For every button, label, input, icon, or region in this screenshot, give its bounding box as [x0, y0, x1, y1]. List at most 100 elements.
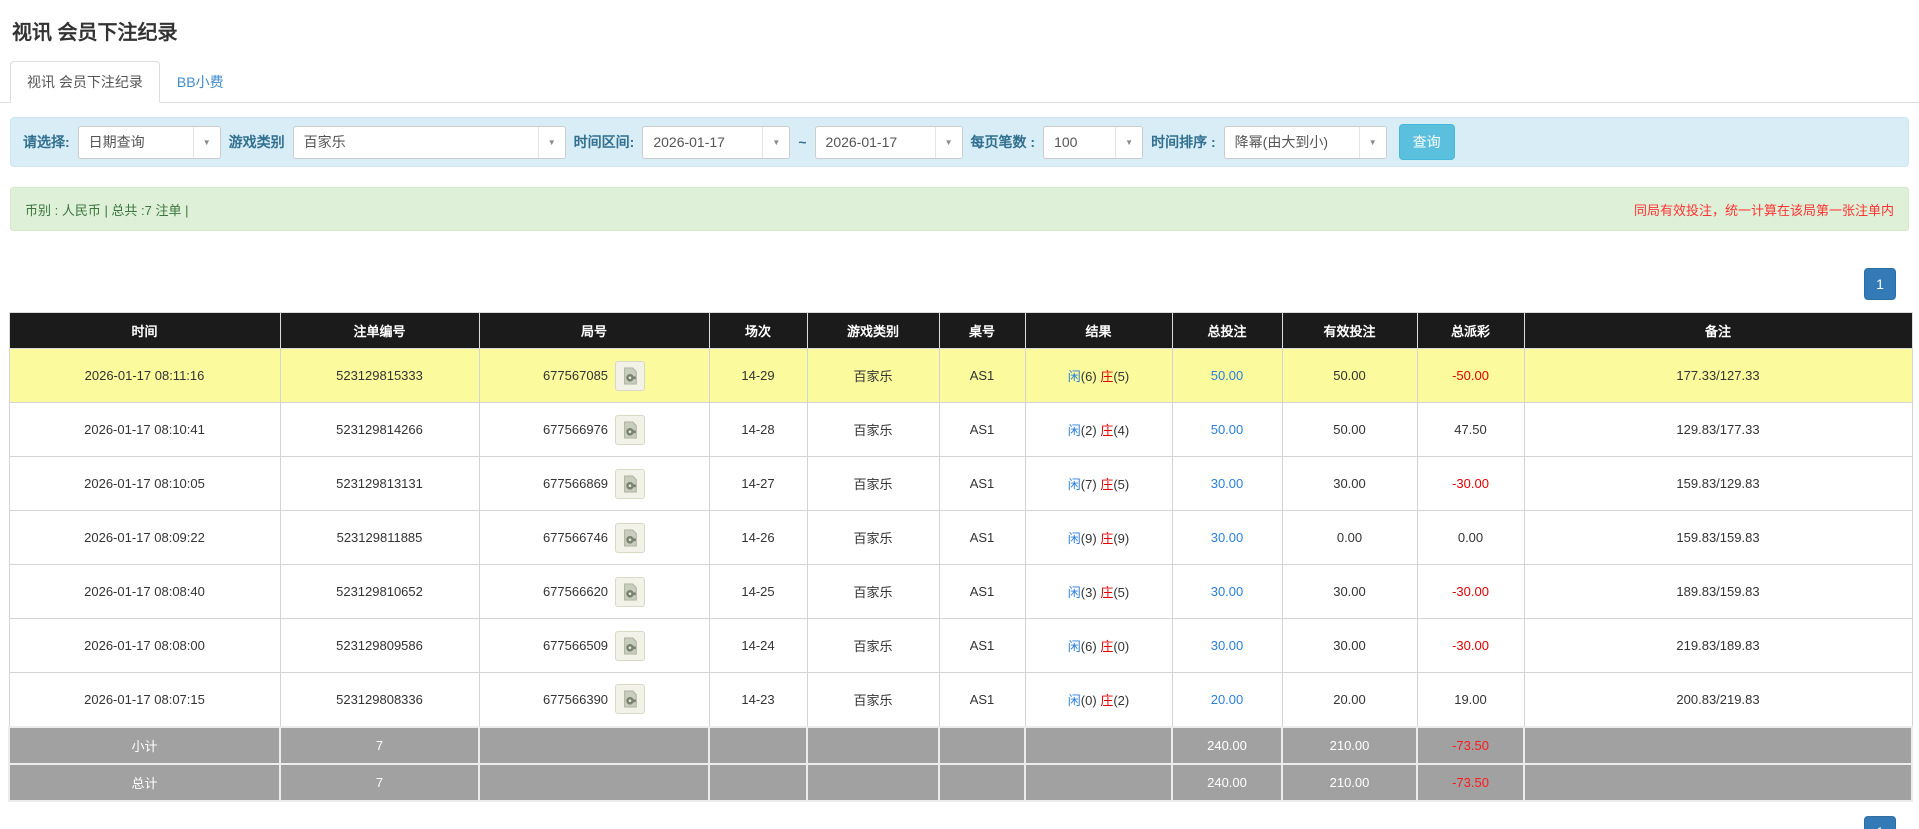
- chevron-down-icon[interactable]: ▼: [192, 126, 220, 158]
- total-bet-link[interactable]: 20.00: [1211, 692, 1244, 707]
- video-replay-button[interactable]: [615, 684, 646, 715]
- header-session: 场次: [708, 312, 808, 349]
- table-footer-row: 小计 7 240.00 210.00 -73.50: [8, 725, 1913, 765]
- header-time: 时间: [8, 312, 281, 349]
- chevron-down-icon[interactable]: ▼: [934, 126, 962, 158]
- cell-result: 闲(6) 庄(5): [1024, 348, 1173, 403]
- header-round-id: 局号: [478, 312, 710, 349]
- cell-time: 2026-01-17 08:08:00: [8, 618, 281, 673]
- cell-session: 14-28: [708, 402, 808, 457]
- video-icon: [624, 474, 637, 493]
- video-replay-button[interactable]: [615, 468, 646, 499]
- chevron-down-icon[interactable]: ▼: [1358, 126, 1386, 158]
- result-player-count: (7): [1080, 477, 1097, 492]
- game-type-value: 百家乐: [303, 134, 346, 150]
- summary-bar: 币别 : 人民币 | 总共 :7 注单 | 同局有效投注，统一计算在该局第一张注…: [10, 187, 1909, 231]
- result-player-count: (6): [1080, 639, 1097, 654]
- date-from-value: 2026-01-17: [653, 134, 725, 150]
- tab-bb-tip[interactable]: BB小费: [160, 61, 241, 103]
- video-replay-button[interactable]: [615, 360, 646, 391]
- cell-time: 2026-01-17 08:09:22: [8, 510, 281, 565]
- video-replay-button[interactable]: [615, 576, 646, 607]
- table-footer: 小计 7 240.00 210.00 -73.50 总计 7 240.00 210.00 -73.…: [8, 725, 1913, 802]
- footer-label: 总计: [8, 762, 281, 802]
- result-banker-count: (2): [1113, 692, 1130, 708]
- footer-empty-round: [478, 762, 710, 802]
- pagination-page-1-button[interactable]: 1: [1864, 268, 1896, 300]
- cell-total-bet: 30.00: [1171, 510, 1283, 565]
- round-id-text: 677566390: [542, 691, 609, 707]
- total-bet-link[interactable]: 30.00: [1211, 584, 1244, 599]
- result-banker-count: (9): [1113, 531, 1130, 546]
- result-player-count: (0): [1080, 692, 1097, 708]
- cell-round-id: 677566869: [478, 456, 710, 511]
- footer-count: 7: [279, 725, 480, 765]
- time-sort-select[interactable]: 降幂(由大到小) ▼: [1223, 125, 1387, 159]
- cell-game-type: 百家乐: [806, 510, 940, 565]
- round-id-text: 677566509: [542, 638, 609, 653]
- header-bet-id: 注单编号: [279, 312, 480, 349]
- cell-result: 闲(7) 庄(5): [1024, 456, 1173, 511]
- video-replay-button[interactable]: [615, 522, 646, 553]
- cell-total-payout: 47.50: [1416, 402, 1525, 457]
- cell-game-type: 百家乐: [806, 564, 940, 619]
- header-result: 结果: [1024, 312, 1173, 349]
- footer-empty-session: [708, 725, 808, 765]
- cell-session: 14-24: [708, 618, 808, 673]
- result-player-count: (9): [1080, 531, 1097, 546]
- footer-empty-table: [938, 725, 1026, 765]
- cell-remark: 177.33/127.33: [1523, 348, 1913, 403]
- cell-total-bet: 30.00: [1171, 618, 1283, 673]
- cell-total-payout: 0.00: [1416, 510, 1525, 565]
- cell-bet-id: 523129813131: [279, 456, 480, 511]
- table-footer-row: 总计 7 240.00 210.00 -73.50: [8, 762, 1913, 802]
- time-sort-label: 时间排序 :: [1151, 134, 1216, 150]
- footer-total-bet: 240.00: [1171, 762, 1283, 802]
- video-icon: [624, 420, 637, 439]
- cell-table-no: AS1: [938, 672, 1026, 727]
- result-player-label: 闲: [1067, 531, 1081, 546]
- search-button[interactable]: 查询: [1398, 124, 1455, 160]
- result-banker-count: (5): [1113, 477, 1130, 492]
- round-id-text: 677566746: [542, 530, 609, 545]
- result-banker-label: 庄: [1100, 585, 1114, 600]
- total-bet-link[interactable]: 50.00: [1211, 368, 1244, 383]
- cell-valid-bet: 50.00: [1281, 402, 1418, 457]
- chevron-down-icon[interactable]: ▼: [762, 126, 790, 158]
- total-bet-link[interactable]: 30.00: [1211, 638, 1244, 653]
- date-from-select[interactable]: 2026-01-17 ▼: [642, 125, 791, 159]
- page-size-value: 100: [1054, 134, 1078, 150]
- cell-valid-bet: 20.00: [1281, 672, 1418, 727]
- game-type-select[interactable]: 百家乐 ▼: [292, 125, 566, 159]
- footer-empty-game: [806, 762, 940, 802]
- video-replay-button[interactable]: [615, 414, 646, 445]
- filter-bar: 请选择: 日期查询 ▼ 游戏类别 百家乐 ▼ 时间区间: 2026-01-17 …: [10, 117, 1909, 167]
- chevron-down-icon[interactable]: ▼: [1115, 126, 1143, 158]
- cell-table-no: AS1: [938, 348, 1026, 403]
- tab-video-bet-records[interactable]: 视讯 会员下注纪录: [10, 61, 160, 103]
- total-bet-link[interactable]: 50.00: [1211, 422, 1244, 437]
- table-row: 2026-01-17 08:10:05 523129813131 677566869…: [8, 456, 1913, 511]
- query-type-select[interactable]: 日期查询 ▼: [77, 125, 221, 159]
- result-player-count: (3): [1080, 585, 1097, 600]
- chevron-down-icon[interactable]: ▼: [537, 126, 565, 158]
- cell-bet-id: 523129808336: [279, 672, 480, 727]
- video-replay-button[interactable]: [615, 630, 646, 661]
- cell-round-id: 677566976: [478, 402, 710, 457]
- result-player-count: (6): [1080, 369, 1097, 384]
- footer-total-bet: 240.00: [1171, 725, 1283, 765]
- cell-game-type: 百家乐: [806, 618, 940, 673]
- total-bet-link[interactable]: 30.00: [1211, 476, 1244, 491]
- cell-table-no: AS1: [938, 510, 1026, 565]
- result-banker-label: 庄: [1100, 477, 1114, 492]
- cell-total-bet: 30.00: [1171, 564, 1283, 619]
- footer-valid-bet: 210.00: [1281, 762, 1418, 802]
- date-to-select[interactable]: 2026-01-17 ▼: [814, 125, 963, 159]
- result-player-label: 闲: [1067, 423, 1081, 438]
- page-size-select[interactable]: 100 ▼: [1043, 125, 1144, 159]
- video-icon: [624, 636, 637, 655]
- video-icon: [624, 582, 637, 601]
- footer-label: 小计: [8, 725, 281, 765]
- pagination-page-1-button[interactable]: 1: [1864, 815, 1896, 829]
- total-bet-link[interactable]: 30.00: [1211, 530, 1244, 545]
